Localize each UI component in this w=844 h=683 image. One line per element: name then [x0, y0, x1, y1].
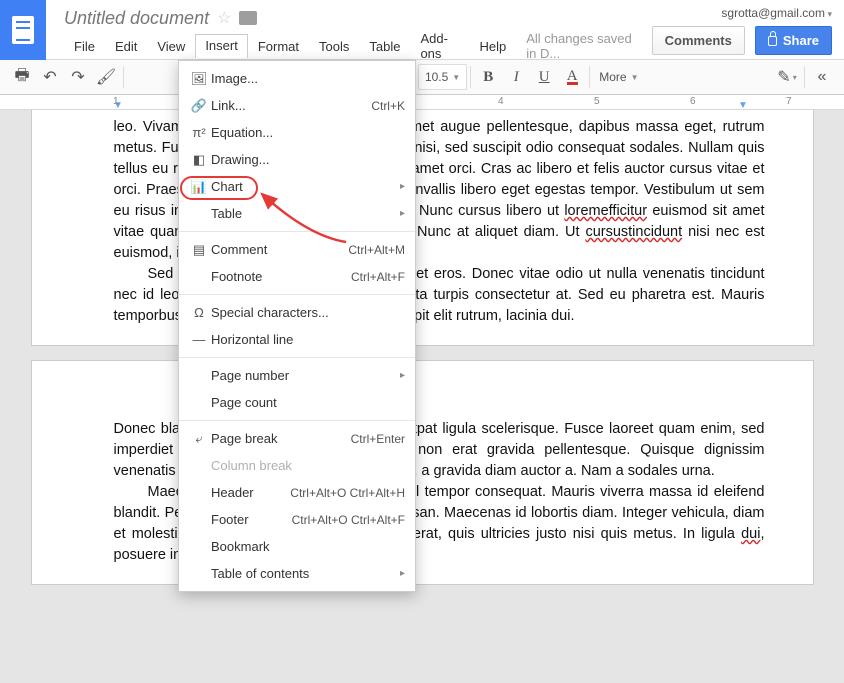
- menu-help[interactable]: Help: [470, 35, 517, 58]
- document-canvas[interactable]: leo. Vivamus feugiat rutrum magna nec si…: [0, 110, 844, 683]
- insert-menu-item[interactable]: —Horizontal line: [179, 326, 415, 353]
- insert-menu-item[interactable]: ⤶Page breakCtrl+Enter: [179, 425, 415, 452]
- title-bar: Untitled document ☆ File Edit View Inser…: [0, 0, 844, 60]
- insert-menu-dropdown: 🖼Image...🔗Link...Ctrl+Kπ²Equation...◧Dra…: [178, 60, 416, 592]
- bold-icon[interactable]: B: [474, 64, 502, 90]
- menubar: File Edit View Insert Format Tools Table…: [64, 34, 642, 58]
- insert-menu-item[interactable]: Page number▸: [179, 362, 415, 389]
- menu-item-shortcut: Ctrl+Alt+F: [351, 270, 405, 284]
- menu-item-icon: 🔗: [187, 98, 211, 114]
- insert-menu-item[interactable]: ▤CommentCtrl+Alt+M: [179, 236, 415, 263]
- paint-format-icon[interactable]: 🖌: [92, 64, 120, 90]
- share-button-label: Share: [783, 33, 819, 48]
- submenu-arrow-icon: ▸: [394, 370, 405, 381]
- menu-item-label: Chart: [211, 179, 394, 194]
- menu-file[interactable]: File: [64, 35, 105, 58]
- print-icon[interactable]: 🖶: [8, 64, 36, 90]
- insert-menu-item[interactable]: 🔗Link...Ctrl+K: [179, 92, 415, 119]
- menu-item-label: Horizontal line: [211, 332, 405, 347]
- insert-menu-item[interactable]: 🖼Image...: [179, 65, 415, 92]
- share-button[interactable]: Share: [755, 26, 832, 55]
- save-status: All changes saved in D...: [526, 31, 641, 61]
- document-title[interactable]: Untitled document: [64, 8, 209, 29]
- insert-menu-item[interactable]: HeaderCtrl+Alt+O Ctrl+Alt+H: [179, 479, 415, 506]
- insert-menu-item[interactable]: π²Equation...: [179, 119, 415, 146]
- menu-item-label: Column break: [211, 458, 405, 473]
- insert-menu-item[interactable]: ◧Drawing...: [179, 146, 415, 173]
- menu-insert[interactable]: Insert: [195, 34, 248, 58]
- menu-item-icon: ◧: [187, 152, 211, 168]
- folder-icon[interactable]: [239, 11, 257, 25]
- text-color-icon[interactable]: A: [558, 64, 586, 90]
- menu-item-icon: —: [187, 332, 211, 347]
- insert-menu-item[interactable]: FootnoteCtrl+Alt+F: [179, 263, 415, 290]
- menu-item-icon: π²: [187, 125, 211, 140]
- menu-edit[interactable]: Edit: [105, 35, 147, 58]
- underline-icon[interactable]: U: [530, 64, 558, 90]
- italic-icon[interactable]: I: [502, 64, 530, 90]
- submenu-arrow-icon: ▸: [394, 208, 405, 219]
- menu-item-icon: 📊: [187, 179, 211, 195]
- submenu-arrow-icon: ▸: [394, 568, 405, 579]
- insert-menu-item[interactable]: 📊Chart▸: [179, 173, 415, 200]
- menu-item-icon: ⤶: [187, 431, 211, 447]
- font-size-combo[interactable]: 10.5 ▼: [418, 64, 467, 90]
- menu-item-label: Special characters...: [211, 305, 405, 320]
- insert-menu-item[interactable]: Table▸: [179, 200, 415, 227]
- redo-icon[interactable]: ↷: [64, 64, 92, 90]
- menu-item-label: Page number: [211, 368, 394, 383]
- menu-item-label: Table: [211, 206, 394, 221]
- menu-item-icon: Ω: [187, 305, 211, 320]
- menu-item-shortcut: Ctrl+Alt+O Ctrl+Alt+F: [292, 513, 405, 527]
- menu-item-shortcut: Ctrl+K: [371, 99, 405, 113]
- insert-menu-item[interactable]: ΩSpecial characters...: [179, 299, 415, 326]
- undo-icon[interactable]: ↶: [36, 64, 64, 90]
- comments-button[interactable]: Comments: [652, 26, 745, 55]
- expand-icon[interactable]: «: [808, 64, 836, 90]
- horizontal-ruler[interactable]: ▼ 1 2 3 4 5 6 ▼ 7: [0, 95, 844, 110]
- insert-menu-item[interactable]: Page count: [179, 389, 415, 416]
- menu-tools[interactable]: Tools: [309, 35, 359, 58]
- menu-table[interactable]: Table: [359, 35, 410, 58]
- menu-item-label: Equation...: [211, 125, 405, 140]
- account-email[interactable]: sgrotta@gmail.com: [721, 6, 832, 20]
- menu-item-label: Header: [211, 485, 290, 500]
- menu-item-shortcut: Ctrl+Alt+O Ctrl+Alt+H: [290, 486, 405, 500]
- menu-item-label: Page break: [211, 431, 351, 446]
- toolbar: 🖶 ↶ ↷ 🖌 ... ▼ 10.5 ▼ B I U A More ▼ ✎ ▾ …: [0, 60, 844, 95]
- insert-menu-item[interactable]: Table of contents▸: [179, 560, 415, 587]
- lock-icon: [768, 36, 777, 46]
- menu-item-label: Table of contents: [211, 566, 394, 581]
- menu-item-icon: 🖼: [187, 71, 211, 87]
- menu-item-label: Drawing...: [211, 152, 405, 167]
- menu-item-label: Link...: [211, 98, 371, 113]
- menu-addons[interactable]: Add-ons: [410, 27, 469, 65]
- menu-item-shortcut: Ctrl+Alt+M: [348, 243, 405, 257]
- insert-menu-item: Column break: [179, 452, 415, 479]
- menu-view[interactable]: View: [147, 35, 195, 58]
- more-button[interactable]: More ▼: [593, 64, 644, 90]
- menu-item-label: Bookmark: [211, 539, 405, 554]
- insert-menu-item[interactable]: FooterCtrl+Alt+O Ctrl+Alt+F: [179, 506, 415, 533]
- document-page[interactable]: Donec blandit, neque vel amet est quam v…: [31, 360, 814, 585]
- menu-format[interactable]: Format: [248, 35, 309, 58]
- docs-logo-icon[interactable]: [0, 0, 46, 60]
- submenu-arrow-icon: ▸: [394, 181, 405, 192]
- menu-item-label: Image...: [211, 71, 405, 86]
- editing-mode-icon[interactable]: ✎ ▾: [773, 64, 801, 90]
- document-page[interactable]: leo. Vivamus feugiat rutrum magna nec si…: [31, 110, 814, 346]
- menu-item-label: Footer: [211, 512, 292, 527]
- star-icon[interactable]: ☆: [217, 8, 231, 28]
- menu-item-icon: ▤: [187, 242, 211, 258]
- menu-item-label: Comment: [211, 242, 348, 257]
- menu-item-shortcut: Ctrl+Enter: [351, 432, 405, 446]
- menu-item-label: Footnote: [211, 269, 351, 284]
- insert-menu-item[interactable]: Bookmark: [179, 533, 415, 560]
- menu-item-label: Page count: [211, 395, 405, 410]
